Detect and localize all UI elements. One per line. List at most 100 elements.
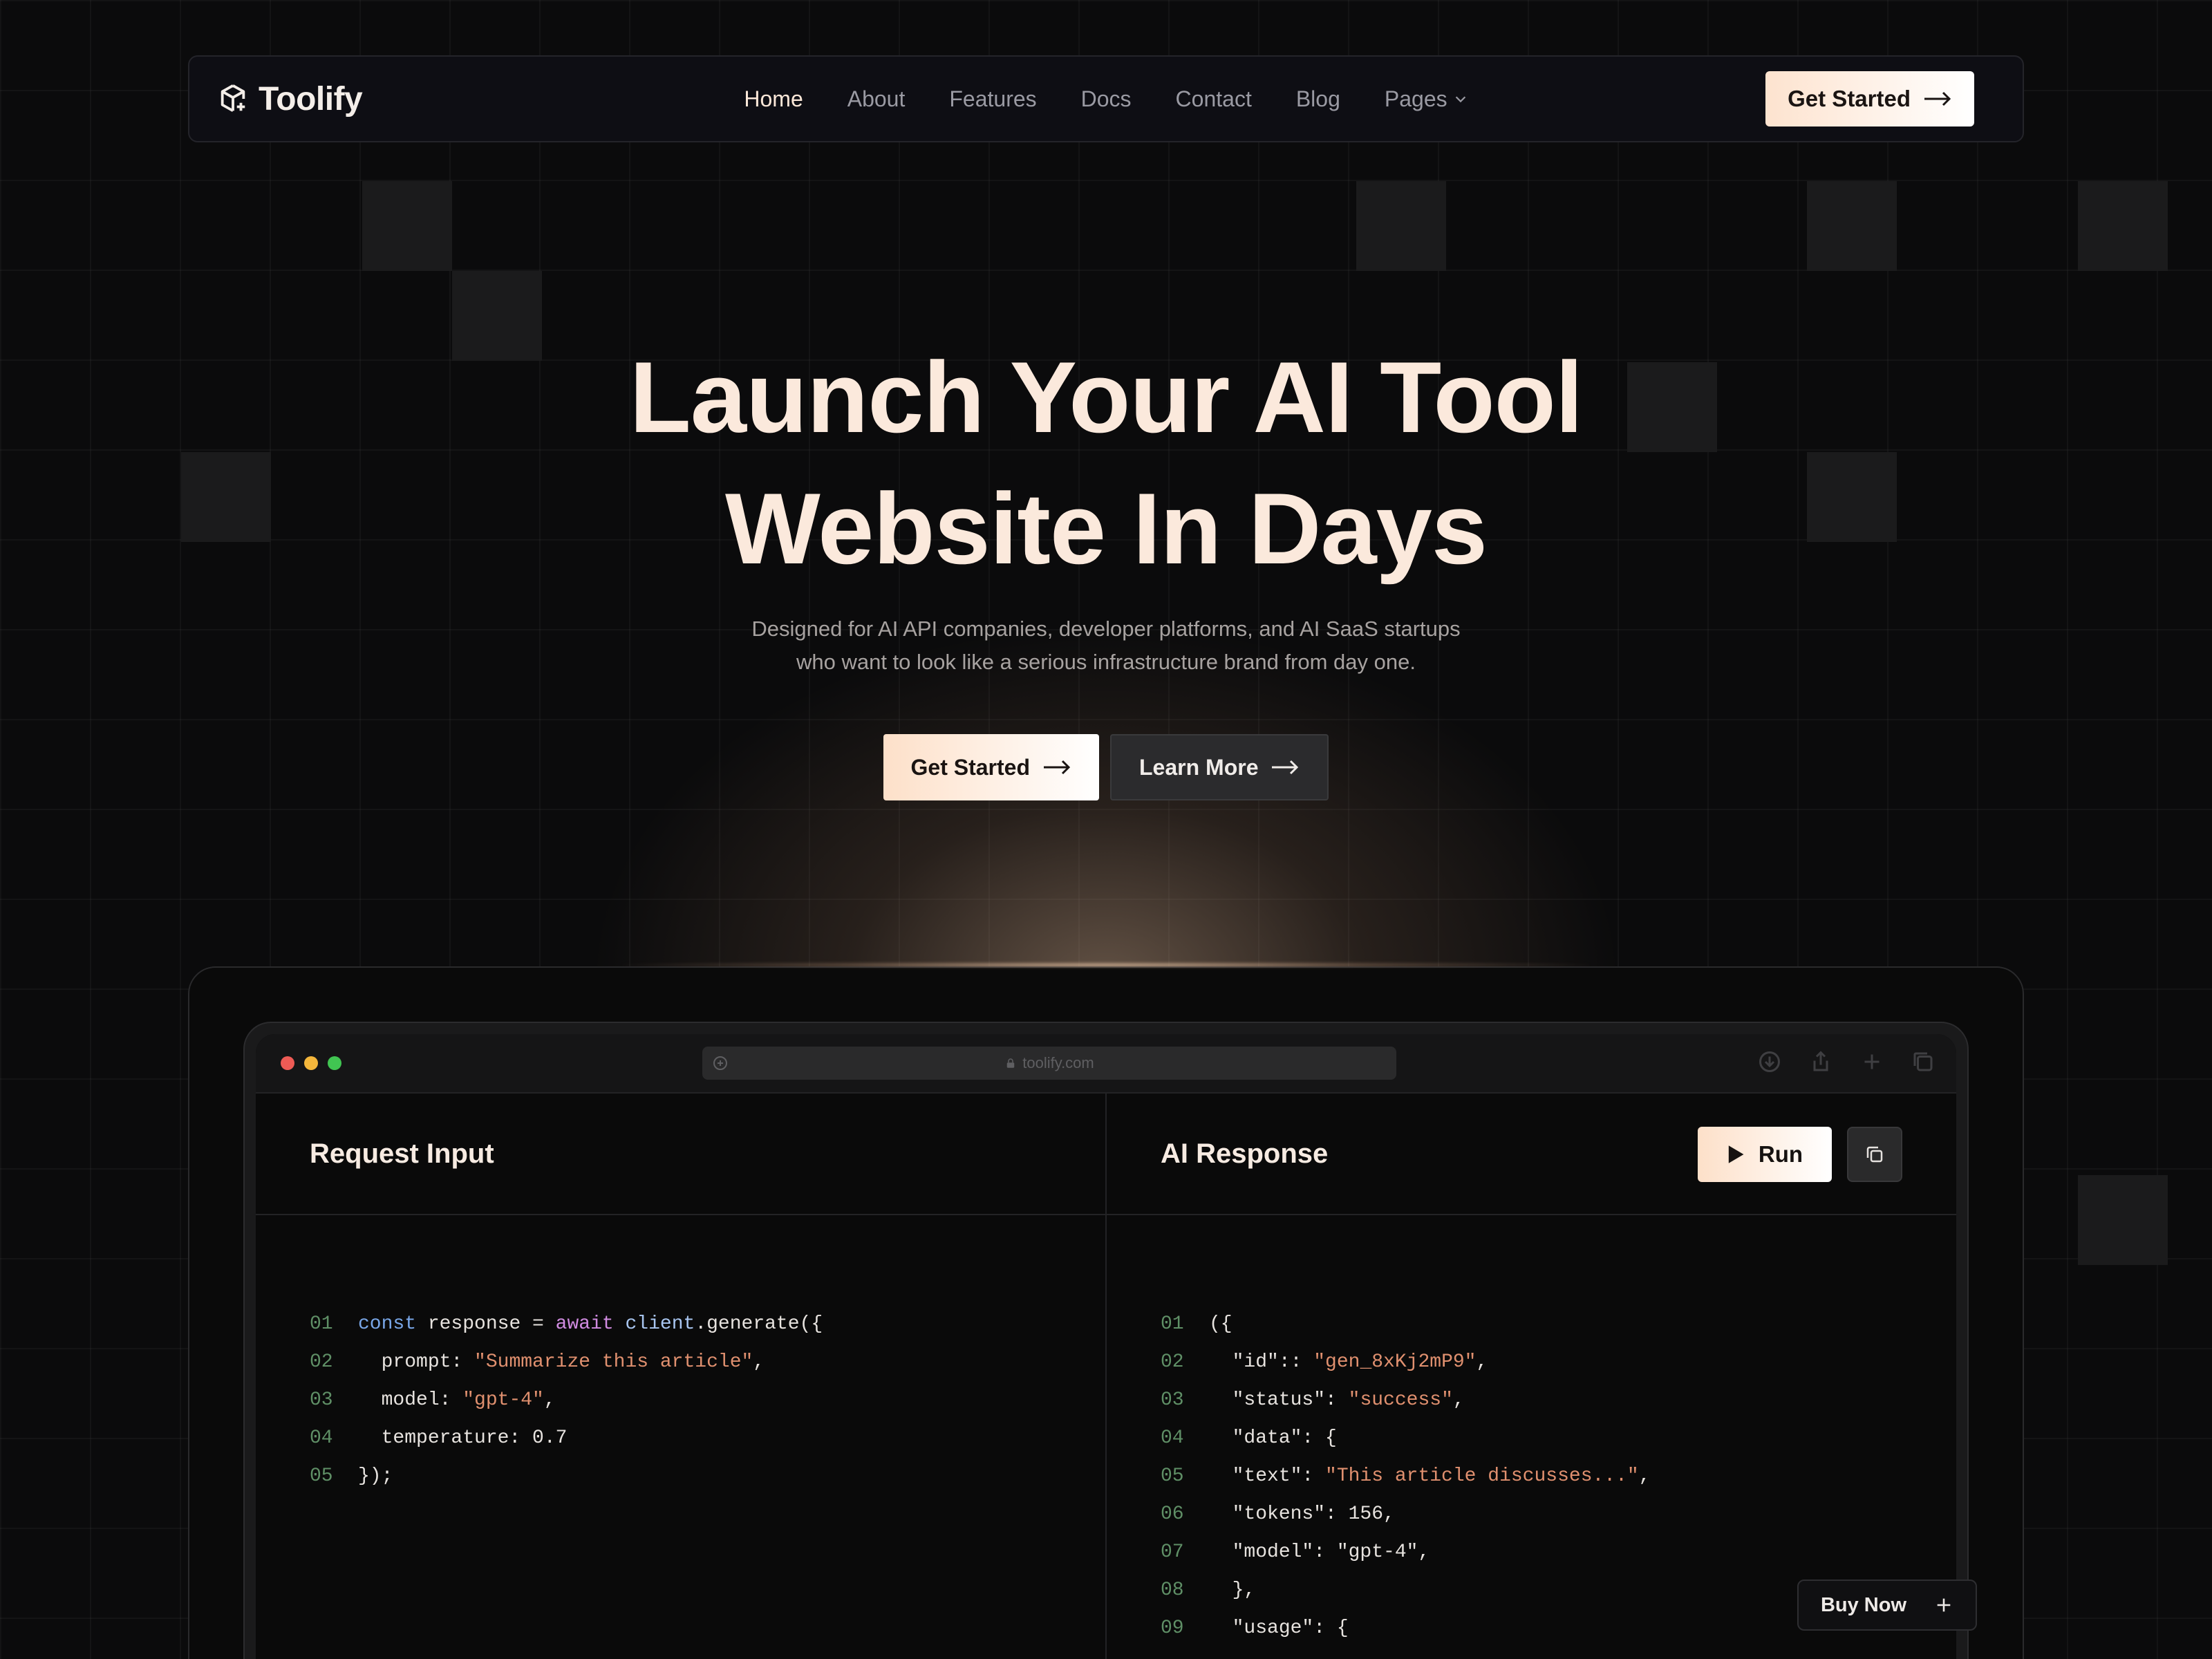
code-token: "model": "gpt-4", xyxy=(1209,1541,1430,1563)
tabs-overview-icon[interactable] xyxy=(1911,1049,1936,1074)
code-token: "Summarize this article" xyxy=(474,1351,753,1373)
response-code-line: 07 "model": "gpt-4", xyxy=(1161,1533,1651,1571)
code-token: .generate({ xyxy=(695,1313,823,1335)
lock-icon xyxy=(1006,1058,1015,1068)
code-token: , xyxy=(1638,1465,1651,1487)
line-number: 07 xyxy=(1161,1541,1184,1563)
response-code-line: 03 "status": "success", xyxy=(1161,1381,1651,1419)
code-token: "tokens": 156, xyxy=(1209,1503,1395,1525)
chevron-down-icon xyxy=(1455,96,1465,103)
request-panel-title: Request Input xyxy=(310,1138,494,1169)
hero-subtitle-line-2: who want to look like a serious infrastr… xyxy=(796,650,1416,674)
site-settings-icon[interactable] xyxy=(712,1055,729,1071)
code-token: "This article discusses..." xyxy=(1325,1465,1639,1487)
response-code-block[interactable]: 01({02 "id":: "gen_8xKj2mP9", 03 "status"… xyxy=(1161,1305,1651,1647)
line-number: 05 xyxy=(1161,1465,1184,1487)
nav-link-home[interactable]: Home xyxy=(744,86,803,112)
grid-tile xyxy=(362,181,452,271)
play-icon xyxy=(1728,1145,1744,1163)
code-token: , xyxy=(753,1351,765,1373)
line-number: 04 xyxy=(310,1427,333,1449)
response-code-line: 05 "text": "This article discusses...", xyxy=(1161,1457,1651,1495)
nav-link-docs[interactable]: Docs xyxy=(1081,86,1132,112)
line-number: 01 xyxy=(1161,1313,1184,1335)
cube-sparkle-icon xyxy=(221,84,245,112)
run-button[interactable]: Run xyxy=(1698,1127,1832,1182)
arrow-right-icon xyxy=(1924,91,1951,106)
hero-buttons: Get Started Learn More xyxy=(0,734,2212,800)
copy-icon xyxy=(1866,1146,1883,1163)
browser-toolbar: toolify.com xyxy=(256,1034,1956,1094)
code-token: }, xyxy=(1209,1580,1256,1601)
top-navbar: Toolify Home About Features Docs Contact… xyxy=(188,55,2024,142)
download-icon[interactable] xyxy=(1757,1049,1782,1074)
grid-tile xyxy=(1807,181,1897,271)
brand-name: Toolify xyxy=(259,80,363,118)
request-panel-header: Request Input xyxy=(256,1094,1105,1215)
code-token: }); xyxy=(358,1465,393,1487)
arrow-right-icon xyxy=(1044,760,1071,775)
hero-title-line-2: Website In Days xyxy=(724,472,1488,585)
copy-button[interactable] xyxy=(1847,1127,1902,1182)
line-number: 01 xyxy=(310,1313,333,1335)
code-token: ({ xyxy=(1209,1313,1232,1335)
response-code-line: 08 }, xyxy=(1161,1571,1651,1609)
nav-link-blog[interactable]: Blog xyxy=(1296,86,1340,112)
line-number: 02 xyxy=(1161,1351,1184,1373)
line-number: 03 xyxy=(1161,1389,1184,1411)
new-tab-icon[interactable] xyxy=(1859,1049,1884,1074)
code-token: await xyxy=(555,1313,614,1335)
line-number: 03 xyxy=(310,1389,333,1411)
nav-get-started-label: Get Started xyxy=(1788,86,1911,111)
request-code-line: 05}); xyxy=(310,1457,823,1495)
minimize-window-dot[interactable] xyxy=(304,1056,318,1070)
nav-link-features[interactable]: Features xyxy=(949,86,1036,112)
code-token: "id":: xyxy=(1209,1351,1314,1373)
hero-get-started-button[interactable]: Get Started xyxy=(883,734,1099,800)
request-code-block[interactable]: 01 const response = await client .generate… xyxy=(310,1305,823,1495)
ai-response-panel: AI Response Run 01 ({02 "id":: "gen_8xKj2… xyxy=(1105,1094,1956,1659)
showcase-glow-line xyxy=(622,962,1590,968)
request-code-line: 03 model: "gpt-4", xyxy=(310,1381,823,1419)
grid-tile xyxy=(2078,1175,2168,1265)
request-input-panel: Request Input 01 const response = await c… xyxy=(256,1094,1105,1659)
response-code-line: 01 ({ xyxy=(1161,1305,1651,1343)
nav-pages-dropdown[interactable]: Pages xyxy=(1385,86,1468,112)
hero-subtitle: Designed for AI API companies, developer… xyxy=(0,612,2212,679)
code-token: temperature: 0.7 xyxy=(358,1427,568,1449)
line-number: 06 xyxy=(1161,1503,1184,1525)
browser-tools xyxy=(1757,1049,1936,1074)
code-panels: Request Input 01 const response = await c… xyxy=(256,1094,1956,1659)
code-token: "status": xyxy=(1209,1389,1349,1411)
share-icon[interactable] xyxy=(1808,1049,1833,1074)
buy-now-button[interactable]: Buy Now xyxy=(1797,1580,1977,1631)
nav-link-contact[interactable]: Contact xyxy=(1176,86,1252,112)
brand-logo[interactable]: Toolify xyxy=(217,80,363,118)
code-token: client xyxy=(625,1313,695,1335)
grid-tile xyxy=(2078,181,2168,271)
buy-now-label: Buy Now xyxy=(1820,1593,1907,1616)
grid-tile xyxy=(1356,181,1446,271)
response-code-line: 02 "id":: "gen_8xKj2mP9", xyxy=(1161,1343,1651,1381)
nav-link-about[interactable]: About xyxy=(847,86,906,112)
hero-learn-more-label: Learn More xyxy=(1139,754,1259,780)
hero-title: Launch Your AI Tool Website In Days xyxy=(0,332,2212,594)
arrow-right-icon xyxy=(1272,760,1299,775)
plus-icon xyxy=(1937,1598,1951,1612)
code-token: , xyxy=(543,1389,556,1411)
address-bar-url: toolify.com xyxy=(1022,1054,1094,1071)
line-number: 09 xyxy=(1161,1618,1184,1639)
code-token: prompt: xyxy=(358,1351,475,1373)
hero-title-line-1: Launch Your AI Tool xyxy=(629,341,1584,453)
close-window-dot[interactable] xyxy=(281,1056,294,1070)
nav-get-started-button[interactable]: Get Started xyxy=(1765,71,1974,126)
request-code-line: 02 prompt: "Summarize this article", xyxy=(310,1343,823,1381)
code-token: "gen_8xKj2mP9" xyxy=(1313,1351,1477,1373)
code-token: "text": xyxy=(1209,1465,1326,1487)
run-button-label: Run xyxy=(1758,1141,1803,1167)
maximize-window-dot[interactable] xyxy=(328,1056,341,1070)
request-code-line: 01 const response = await client .generate… xyxy=(310,1305,823,1343)
hero-learn-more-button[interactable]: Learn More xyxy=(1110,734,1329,800)
address-bar[interactable]: toolify.com xyxy=(702,1047,1396,1080)
